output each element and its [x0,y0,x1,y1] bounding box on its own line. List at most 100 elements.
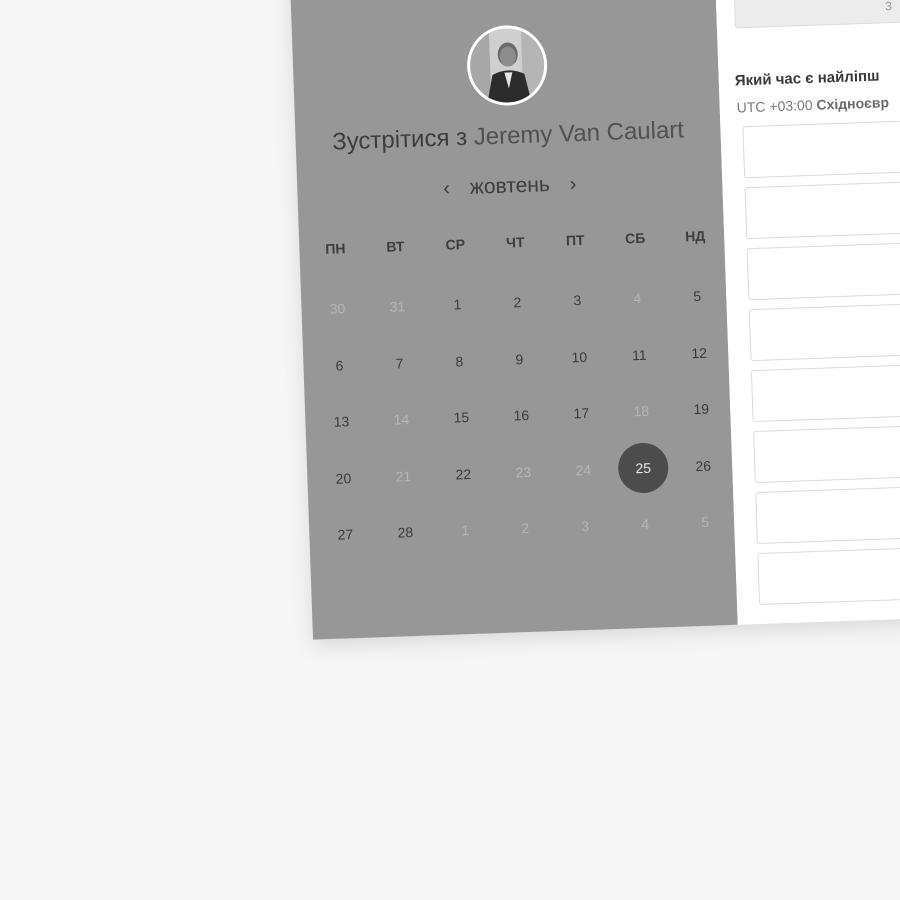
day-number: 1 [453,296,462,313]
calendar-panel: Зустрітися з Jeremy Van Caulart ‹ жовтен… [290,0,738,640]
calendar-day[interactable]: 20 [313,467,375,526]
day-number: 20 [335,469,352,487]
meet-prefix: Зустрітися з [331,123,468,156]
selected-day[interactable]: 25 [613,441,675,515]
day-number: 6 [335,356,344,374]
calendar-day[interactable]: 3 [547,289,609,348]
weekday-label: ПТ [565,231,585,249]
time-slot[interactable] [750,359,900,423]
calendar-day: 24 [553,459,615,518]
scene: Зустрітися з Jeremy Van Caulart ‹ жовтен… [0,0,900,900]
prev-month-icon[interactable]: ‹ [429,177,464,201]
calendar-day[interactable]: 2 [487,291,549,350]
person-icon [468,27,546,104]
day-number: 30 [329,300,346,317]
day-number: 26 [695,457,712,474]
day-number: 9 [515,350,524,367]
weekday-label: НД [684,227,706,245]
calendar-day[interactable]: 16 [491,404,553,463]
day-number: 5 [693,287,702,305]
time-slot[interactable] [748,298,900,362]
calendar-day: 31 [367,295,429,354]
time-slot[interactable] [742,115,900,179]
calendar-day[interactable]: 10 [549,346,611,405]
time-slot[interactable] [755,481,900,545]
day-number: 13 [333,413,350,430]
calendar-day: 14 [371,408,433,467]
day-number: 11 [631,346,647,363]
calendar-day[interactable]: 8 [429,350,491,409]
calendar-day[interactable]: 7 [369,352,431,411]
day-number: 15 [453,409,470,426]
calendar-day[interactable]: 12 [669,341,731,400]
weekday-label: ПН [325,240,346,257]
day-number: 21 [395,467,412,485]
weekday-label: СБ [624,229,646,247]
day-number: 10 [571,348,588,365]
calendar-day[interactable]: 26 [673,454,735,513]
day-number: 19 [693,400,710,418]
timezone-label[interactable]: UTC +03:00 Східноєвр [736,94,889,115]
calendar-day: 5 [675,511,737,570]
time-slot[interactable] [757,542,900,606]
day-number: 8 [455,352,464,369]
calendar-day: 4 [615,513,677,572]
calendar-day[interactable]: 22 [433,463,495,522]
day-number: 2 [521,519,530,537]
host-avatar [465,24,549,107]
weekday-label: ЧТ [505,233,525,251]
day-number: 22 [455,465,472,483]
calendar-day[interactable]: 11 [609,343,671,402]
tz-name: Східноєвр [816,94,890,113]
calendar-day: 30 [307,298,369,357]
calendar-day[interactable]: 15 [431,406,493,465]
calendar-day[interactable]: 27 [315,523,377,582]
month-navigation: ‹ жовтень › [297,167,723,206]
month-label: жовтень [469,173,551,199]
calendar-day[interactable]: 9 [489,348,551,407]
time-slot[interactable] [746,237,900,301]
calendar-day: 1 [435,519,497,578]
day-number: 17 [573,404,590,422]
time-question: Який час є найліпш [734,67,880,90]
weekday-header: ПН ВТ СР ЧТ ПТ СБ НД [305,227,725,258]
time-slot-list [742,115,900,614]
calendar-day: 4 [607,287,669,346]
next-month-icon[interactable]: › [555,173,590,197]
calendar-day[interactable]: 13 [311,410,373,469]
weekday-label: СР [445,236,466,253]
calendar-day[interactable]: 1 [427,293,489,352]
calendar-day: 23 [493,461,555,520]
calendar-day: 3 [555,515,617,574]
day-number: 5 [700,513,710,530]
day-number: 24 [575,461,592,478]
top-box[interactable]: 3 [733,0,900,29]
day-number: 4 [641,515,650,533]
day-number: 3 [581,517,590,535]
day-number: 23 [515,463,532,480]
host-name: Jeremy Van Caulart [473,116,685,151]
calendar-day[interactable]: 28 [375,521,437,580]
day-number: 3 [573,292,582,309]
day-number: 14 [393,411,410,428]
calendar-day[interactable]: 19 [671,398,733,457]
time-slot[interactable] [744,176,900,240]
day-number: 16 [513,406,530,424]
day-number: 12 [691,344,708,361]
day-number: 4 [633,289,642,307]
calendar-day[interactable]: 6 [309,354,371,413]
day-number: 2 [513,294,522,311]
tz-offset: UTC +03:00 [736,96,813,116]
calendar-day[interactable]: 17 [551,402,613,461]
day-number: 7 [395,354,404,372]
day-number: 1 [461,522,470,539]
day-number: 27 [337,526,354,543]
calendar-day[interactable]: 5 [667,285,729,344]
calendar-day: 2 [495,517,557,576]
meet-title: Зустрітися з Jeremy Van Caulart [295,115,721,158]
time-slot[interactable] [753,420,900,484]
day-number: 28 [397,524,414,541]
day-number: 18 [633,402,650,420]
day-number: 31 [389,298,406,315]
weekday-label: ВТ [386,238,405,255]
